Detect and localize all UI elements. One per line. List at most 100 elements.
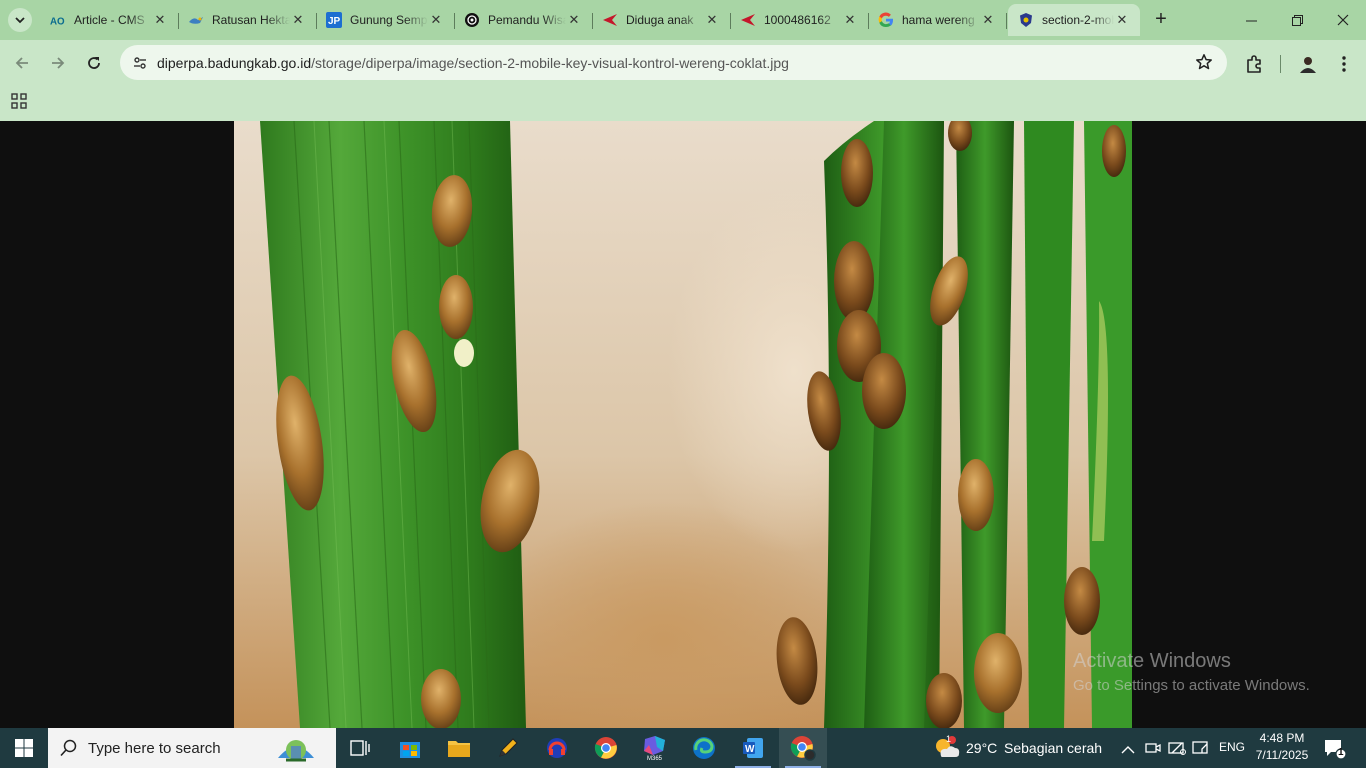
taskbar-search-box[interactable]: Type here to search — [48, 728, 336, 768]
tab-section-2-mobile[interactable]: section-2-mobile ✕ — [1008, 4, 1140, 36]
microsoft-365-button[interactable]: M365 — [631, 728, 679, 768]
tab-title: Ratusan Hektar — [212, 13, 290, 27]
bookmarks-bar — [0, 86, 1366, 121]
word-button[interactable]: W — [729, 728, 777, 768]
svg-text:M365: M365 — [647, 756, 663, 761]
close-tab-icon[interactable]: ✕ — [152, 12, 168, 28]
meet-camera-icon[interactable] — [1145, 740, 1161, 761]
pencil-app-button[interactable] — [484, 728, 532, 768]
url-path: /storage/diperpa/image/section-2-mobile-… — [311, 55, 789, 71]
start-button[interactable] — [0, 728, 48, 768]
folder-icon — [448, 741, 470, 757]
m365-icon: M365 — [644, 736, 665, 761]
shield-icon — [1018, 12, 1034, 28]
forward-arrow-icon — [52, 57, 65, 69]
close-tab-icon[interactable]: ✕ — [980, 12, 996, 28]
weather-badge: 1 — [946, 734, 952, 744]
close-icon — [1337, 14, 1349, 26]
reload-icon — [88, 57, 100, 69]
ao-icon: AO — [50, 12, 66, 28]
forward-button[interactable] — [45, 50, 71, 76]
back-button[interactable] — [9, 50, 35, 76]
red-arrow-icon — [602, 12, 618, 28]
clock[interactable]: 4:48 PM 7/11/2025 — [1252, 730, 1312, 764]
minimize-icon — [1245, 20, 1257, 21]
bookmark-star-icon[interactable] — [1195, 53, 1215, 73]
tab-search-button[interactable] — [8, 8, 32, 32]
restore-icon — [1291, 14, 1303, 26]
close-tab-icon[interactable]: ✕ — [704, 12, 720, 28]
chrome-button[interactable] — [582, 728, 630, 768]
search-icon — [60, 739, 77, 757]
close-tab-icon[interactable]: ✕ — [1114, 12, 1130, 28]
extensions-icon[interactable] — [1242, 52, 1266, 76]
tab-article-cms[interactable]: AO Article - CMS ✕ — [40, 4, 179, 36]
openai-icon — [464, 12, 480, 28]
task-view-button[interactable] — [336, 728, 384, 768]
tab-1000486162[interactable]: 1000486162 ✕ — [730, 4, 869, 36]
browser-chrome: AO Article - CMS ✕ Ratusan Hektar ✕ JP G… — [0, 0, 1366, 121]
profile-avatar[interactable] — [1296, 52, 1320, 76]
tab-strip: AO Article - CMS ✕ Ratusan Hektar ✕ JP G… — [0, 0, 1366, 40]
weather-temperature[interactable]: 29°C — [966, 740, 997, 756]
svg-text:AO: AO — [50, 16, 65, 26]
tab-title: section-2-mobile — [1042, 13, 1114, 27]
close-tab-icon[interactable]: ✕ — [428, 12, 444, 28]
search-placeholder: Type here to search — [88, 740, 221, 757]
microsoft-store-button[interactable] — [386, 728, 434, 768]
watermark-title: Activate Windows — [1073, 650, 1231, 672]
reload-button[interactable] — [81, 50, 107, 76]
tab-title: Diduga anak — [626, 13, 694, 27]
network-icon[interactable] — [1168, 740, 1186, 761]
url-text[interactable]: diperpa.badungkab.go.id/storage/diperpa/… — [157, 55, 789, 71]
edge-button[interactable] — [680, 728, 728, 768]
url-host: diperpa.badungkab.go.id — [157, 55, 312, 71]
notification-count: 1 — [1338, 747, 1344, 758]
close-tab-icon[interactable]: ✕ — [842, 12, 858, 28]
chrome-profile-button[interactable] — [779, 728, 827, 768]
clock-time: 4:48 PM — [1259, 731, 1305, 745]
displayed-image[interactable] — [234, 121, 1132, 728]
tab-ratusan-hektar[interactable]: Ratusan Hektar ✕ — [178, 4, 317, 36]
volume-display-icon[interactable] — [1192, 740, 1210, 761]
apps-grid-icon[interactable] — [11, 93, 27, 114]
task-view-icon — [350, 740, 370, 756]
file-explorer-button[interactable] — [435, 728, 483, 768]
page-content: Activate Windows Go to Settings to activ… — [0, 121, 1366, 728]
taskbar: Type here to search M365 W 1 29°C Sebagi… — [0, 728, 1366, 768]
input-language[interactable]: ENG — [1219, 740, 1245, 754]
new-tab-button[interactable]: + — [1150, 9, 1172, 31]
chrome-icon — [594, 737, 617, 759]
address-bar[interactable]: diperpa.badungkab.go.id/storage/diperpa/… — [120, 45, 1227, 80]
show-hidden-icons-chevron-icon[interactable] — [1121, 742, 1135, 760]
restore-button[interactable] — [1274, 0, 1320, 40]
notification-center-icon[interactable]: 1 — [1324, 738, 1347, 765]
close-tab-icon[interactable]: ✕ — [290, 12, 306, 28]
chrome-icon — [790, 736, 816, 761]
menu-icon[interactable] — [1332, 52, 1356, 76]
tab-pemandu-wisata[interactable]: Pemandu Wisata ✕ — [454, 4, 593, 36]
tab-diduga-anak[interactable]: Diduga anak ✕ — [592, 4, 731, 36]
headset-icon — [547, 738, 567, 758]
watermark-subtitle: Go to Settings to activate Windows. — [1073, 677, 1310, 694]
rice-plant-leafhoppers-photo — [260, 121, 1132, 728]
jp-icon: JP — [326, 12, 342, 28]
svg-text:JP: JP — [328, 16, 341, 27]
close-tab-icon[interactable]: ✕ — [566, 12, 582, 28]
red-arrow-icon — [740, 12, 756, 28]
site-info-icon[interactable] — [128, 51, 152, 75]
tab-title: Pemandu Wisata — [488, 13, 566, 27]
tab-hama-wereng[interactable]: hama wereng ✕ — [868, 4, 1007, 36]
headset-app-button[interactable] — [533, 728, 581, 768]
tab-title: hama wereng — [902, 13, 975, 27]
minimize-button[interactable] — [1228, 0, 1274, 40]
close-window-button[interactable] — [1320, 0, 1366, 40]
bird-icon — [188, 12, 204, 28]
activate-windows-watermark: Activate Windows Go to Settings to activ… — [1073, 650, 1310, 694]
tab-gunung-sempu[interactable]: JP Gunung Sempu ✕ — [316, 4, 455, 36]
tab-title: Article - CMS — [74, 13, 145, 27]
weather-description[interactable]: Sebagian cerah — [1004, 740, 1102, 756]
google-icon — [878, 12, 894, 28]
edge-icon — [693, 737, 715, 759]
store-icon — [400, 742, 420, 758]
